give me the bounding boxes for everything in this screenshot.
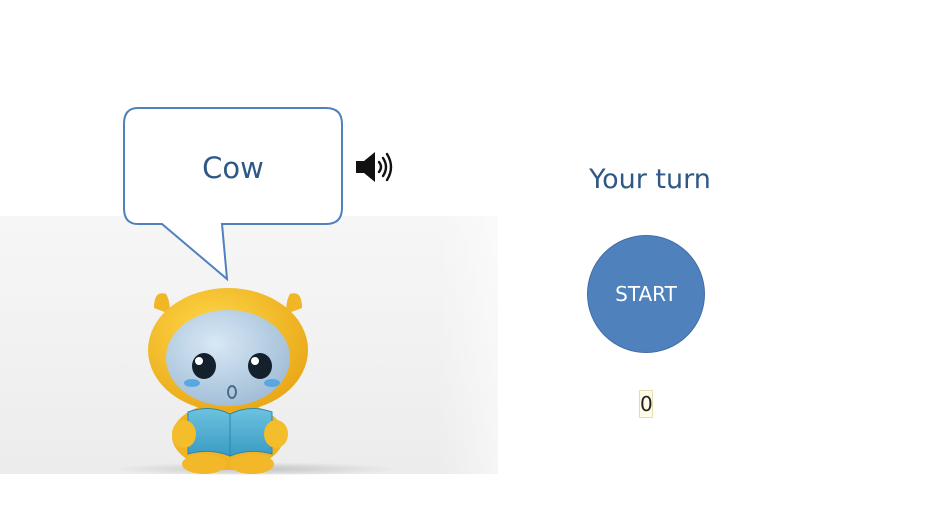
robot-mascot — [148, 288, 308, 474]
stage-fade — [438, 216, 498, 474]
start-button[interactable]: START — [587, 235, 705, 353]
bubble-word: Cow — [202, 151, 264, 185]
turn-label: Your turn — [589, 164, 711, 195]
speech-bubble — [123, 107, 343, 282]
speaker-icon[interactable] — [352, 148, 396, 186]
score-counter: 0 — [639, 390, 653, 418]
